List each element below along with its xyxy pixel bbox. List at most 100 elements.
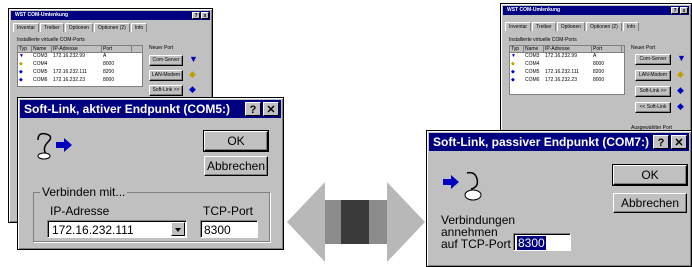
tcp-port-value: 8300 (517, 236, 546, 250)
left-background-close-button[interactable]: x (201, 12, 209, 19)
active-dialog-titlebar: Soft-Link, aktiver Endpunkt (COM5:) ? ✕ (20, 100, 281, 118)
tab-inventar[interactable]: Inventar (13, 23, 40, 32)
close-button[interactable]: ✕ (263, 102, 279, 116)
column-header-ip[interactable]: IP-Adresse (52, 46, 102, 52)
port-name: COM4 (33, 61, 48, 67)
soft-link-forward-icon: ◆ (677, 85, 684, 95)
tcp-port-input[interactable]: 8300 (513, 233, 571, 251)
lan-modem-icon: ◆ (677, 69, 684, 79)
port-number: 8000 (593, 61, 605, 67)
cancel-button[interactable]: Abbrechen (613, 193, 687, 213)
port-number: A (593, 53, 597, 59)
port-type-icon: ◆ (511, 61, 515, 67)
com-server-icon: ▼ (189, 54, 198, 64)
list-item[interactable]: ◆ COM4 8000 (510, 61, 624, 69)
port-name: COM3 (525, 53, 540, 59)
soft-link-back-icon: ◆ (677, 101, 684, 111)
tab-optionen-2[interactable]: Optionen (2) (94, 23, 130, 32)
tcp-port-value: 8300 (204, 223, 231, 237)
port-name: COM4 (525, 61, 540, 67)
port-ip: 172.16.232.23 (545, 77, 577, 83)
lan-modem-button[interactable]: LAN-Modem (149, 70, 183, 81)
port-number: 8200 (593, 69, 605, 75)
com-server-icon: ▼ (677, 53, 686, 63)
column-header-port[interactable]: Port (592, 46, 622, 52)
port-ip (52, 61, 102, 69)
ok-button[interactable]: OK (612, 164, 688, 186)
ok-button[interactable]: OK (203, 130, 269, 152)
tcp-port-input[interactable]: 8300 (200, 220, 258, 238)
column-header-port[interactable]: Port (102, 46, 132, 52)
right-background-title: WST COM-Umlenkung (507, 7, 561, 13)
port-name: COM5 (33, 69, 48, 75)
tab-optionen[interactable]: Optionen (556, 22, 586, 31)
soft-link-forward-button[interactable]: Soft-Link >> (635, 86, 671, 97)
ip-address-label: IP-Adresse (50, 204, 110, 218)
on-tcp-port-label: auf TCP-Port (441, 237, 511, 251)
right-background-section-label: Installierte virtuelle COM-Ports (509, 37, 577, 43)
list-item[interactable]: ◆ COM6 172.16.232.23 8000 (510, 77, 624, 85)
right-background-port-list[interactable]: Typ Name IP-Adresse Port ▼ COM3 172.16.2… (509, 45, 625, 95)
left-background-help-button[interactable]: ? (192, 12, 200, 19)
right-background-close-button[interactable]: x (680, 7, 688, 14)
tab-info[interactable]: Info (130, 23, 148, 32)
port-number: 8000 (593, 77, 605, 83)
passive-endpoint-dialog: Soft-Link, passiver Endpunkt (COM7:) ? ✕… (426, 130, 692, 267)
tab-info[interactable]: Info (622, 22, 640, 31)
soft-link-back-button[interactable]: << Soft-Link (635, 102, 671, 113)
port-ip (544, 61, 592, 69)
column-header-name[interactable]: Name (524, 46, 544, 52)
left-background-titlebar: WST COM-Umlenkung ? x (11, 11, 210, 20)
list-item[interactable]: ◆ COM5 172.16.232.111 8200 (510, 69, 624, 77)
port-ip: 172.16.232.99 (545, 53, 577, 59)
port-ip: 172.16.232.23 (53, 77, 85, 83)
left-background-list-header: Typ Name IP-Adresse Port (18, 46, 142, 53)
right-background-help-button[interactable]: ? (671, 7, 679, 14)
port-type-icon: ▼ (511, 53, 516, 59)
port-number: 8200 (103, 69, 115, 75)
help-button[interactable]: ? (653, 135, 669, 149)
list-item[interactable]: ◆ COM6 172.16.232.23 8000 (18, 77, 142, 85)
right-background-tabs: Inventar Treiber Optionen Optionen (2) I… (505, 22, 640, 31)
port-type-icon: ◆ (511, 77, 515, 83)
column-header-typ[interactable]: Typ (18, 46, 32, 52)
soft-link-button[interactable]: Soft-Link >> (149, 85, 183, 96)
active-endpoint-icon (37, 132, 72, 160)
column-header-name[interactable]: Name (32, 46, 52, 52)
port-number: 8000 (103, 61, 115, 67)
cancel-button[interactable]: Abbrechen (204, 156, 268, 176)
port-type-icon: ◆ (19, 69, 23, 75)
list-item[interactable]: ◆ COM4 8000 (18, 61, 142, 69)
port-number: 8000 (103, 77, 115, 83)
left-background-port-list[interactable]: Typ Name IP-Adresse Port ▼ COM3 172.16.2… (17, 45, 143, 87)
chevron-down-icon[interactable] (171, 222, 185, 236)
column-header-ip[interactable]: IP-Adresse (544, 46, 592, 52)
lan-modem-button[interactable]: LAN-Modem (635, 70, 671, 81)
tab-inventar[interactable]: Inventar (505, 22, 532, 31)
close-button[interactable]: ✕ (671, 135, 687, 149)
port-type-icon: ◆ (511, 69, 515, 75)
column-header-typ[interactable]: Typ (510, 46, 524, 52)
tab-optionen-2[interactable]: Optionen (2) (586, 22, 622, 31)
tab-treiber[interactable]: Treiber (532, 22, 556, 31)
connect-to-label: Verbinden mit... (40, 185, 128, 199)
right-background-list-header: Typ Name IP-Adresse Port (510, 46, 624, 53)
com-server-button[interactable]: Com-Server (635, 54, 671, 65)
port-name: COM6 (525, 77, 540, 83)
com-server-button[interactable]: Com-Server (149, 55, 183, 66)
port-name: COM3 (33, 53, 48, 59)
list-item[interactable]: ▼ COM3 172.16.232.99 A (18, 53, 142, 61)
port-ip: 172.16.232.111 (545, 69, 580, 75)
new-port-label: Neuer Port (631, 45, 656, 51)
tab-optionen[interactable]: Optionen (64, 23, 94, 32)
help-button[interactable]: ? (245, 102, 261, 116)
list-item[interactable]: ◆ COM5 172.16.232.111 8200 (18, 69, 142, 77)
left-background-section-label: Installierte virtuelle COM-Ports (17, 37, 85, 43)
list-item[interactable]: ▼ COM3 172.16.232.99 A (510, 53, 624, 61)
port-ip: 172.16.232.111 (53, 69, 88, 75)
ip-address-combobox[interactable]: 172.16.232.111 (47, 220, 187, 238)
tab-treiber[interactable]: Treiber (40, 23, 64, 32)
port-number: A (103, 53, 107, 59)
active-dialog-title: Soft-Link, aktiver Endpunkt (COM5:) (24, 102, 231, 116)
port-type-icon: ◆ (19, 61, 23, 67)
